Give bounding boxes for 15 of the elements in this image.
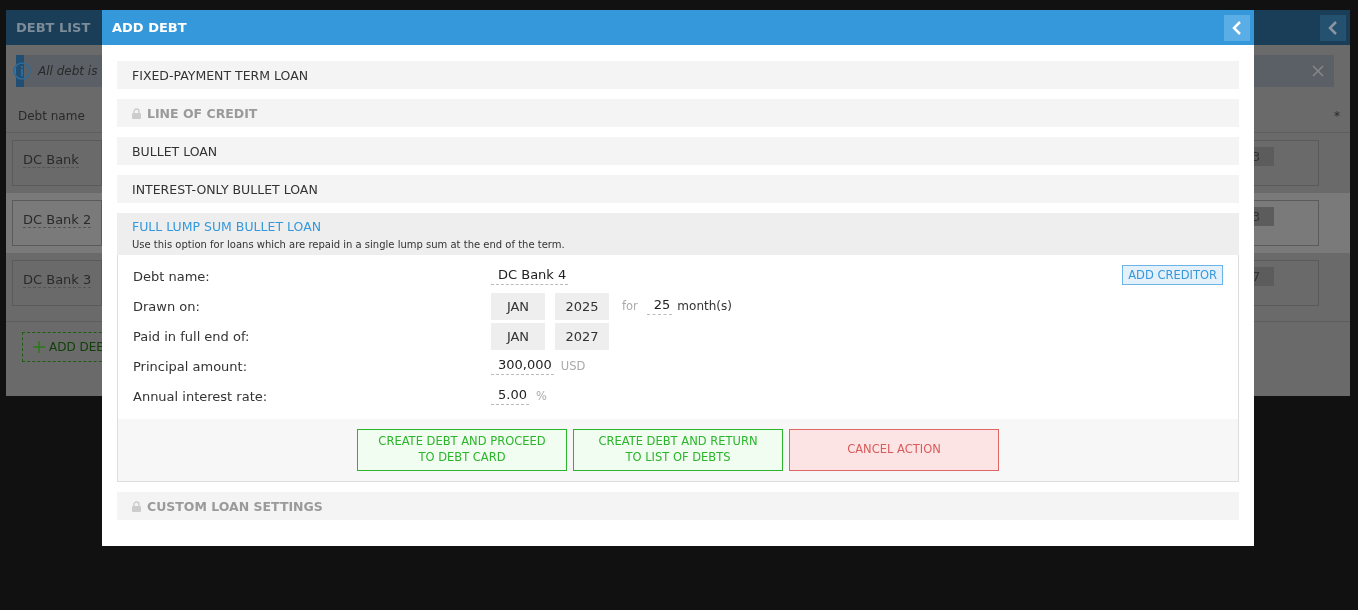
unit-label: month(s) bbox=[677, 299, 732, 313]
dialog-title: ADD DEBT bbox=[112, 20, 187, 35]
field-label: Principal amount: bbox=[133, 358, 249, 374]
for-label: for bbox=[622, 299, 638, 313]
field-label: Paid in full end of: bbox=[133, 328, 251, 344]
column-header: Debt name bbox=[18, 108, 85, 123]
unit-label: % bbox=[535, 389, 547, 403]
panel-title: DEBT LIST bbox=[16, 20, 91, 35]
field-label: Annual interest rate: bbox=[133, 388, 269, 404]
field-label: Debt name: bbox=[133, 268, 211, 284]
unit-label: USD bbox=[560, 359, 586, 373]
notice-text: All debt is bbox=[38, 64, 98, 78]
column-header: * bbox=[1334, 108, 1340, 123]
field-label: Drawn on: bbox=[133, 298, 201, 314]
option-description: Use this option for loans which are repaid in a single lump sum at the end of the term. bbox=[132, 239, 566, 250]
